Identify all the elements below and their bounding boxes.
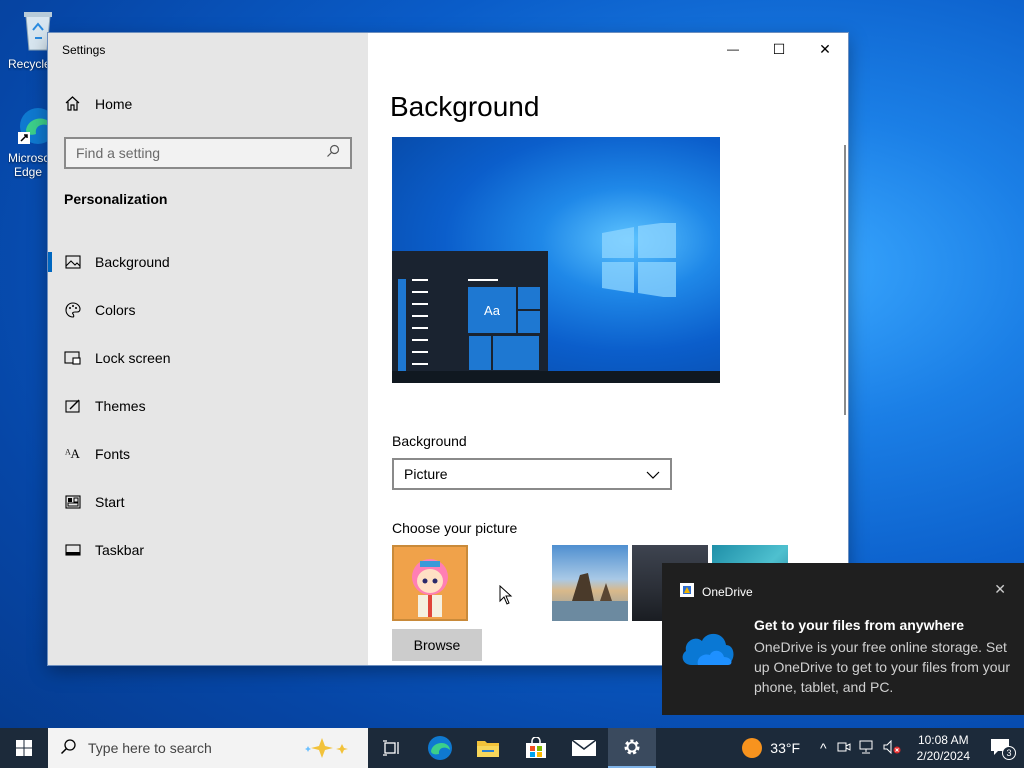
choose-picture-label: Choose your picture	[392, 520, 518, 536]
taskbar-settings-button[interactable]	[608, 728, 656, 768]
close-icon: ✕	[819, 40, 831, 57]
folder-icon	[477, 741, 499, 757]
minimize-button[interactable]: —	[710, 33, 756, 65]
sidebar-item-label: Colors	[95, 302, 136, 318]
picture-icon	[64, 254, 81, 271]
sidebar-item-label: Fonts	[95, 446, 131, 462]
clock-time: 10:08 AM	[917, 733, 969, 747]
sidebar-home[interactable]: Home	[64, 95, 132, 112]
taskbar-edge-button[interactable]	[416, 728, 464, 768]
find-setting-search[interactable]	[64, 137, 352, 169]
sidebar-item-label: Background	[95, 254, 170, 270]
preview-taskbar	[392, 371, 720, 383]
fonts-icon: ᴬA	[65, 446, 80, 461]
close-button[interactable]: ✕	[802, 33, 848, 65]
taskbar-icon	[64, 542, 81, 559]
toast-close-button[interactable]: ✕	[994, 581, 1006, 598]
palette-icon	[64, 302, 81, 319]
sun-icon	[742, 738, 763, 758]
edge-icon	[428, 736, 452, 760]
sidebar-item-label: Taskbar	[95, 542, 145, 558]
picture-thumbnail-beach[interactable]	[552, 545, 628, 621]
close-icon: ✕	[994, 581, 1006, 597]
search-input[interactable]	[76, 145, 326, 161]
taskbar: Type here to search 33°F ^ 10:08 AM 2/20…	[0, 728, 1024, 768]
gear-icon	[624, 739, 640, 755]
sidebar-item-label: Lock screen	[95, 350, 171, 366]
toast-app-name: OneDrive	[702, 584, 753, 599]
windows-logo-icon	[602, 223, 676, 297]
lock-screen-icon	[64, 350, 81, 367]
copilot-sparkle-icon	[304, 736, 356, 763]
taskbar-store-button[interactable]	[512, 728, 560, 768]
page-title: Background	[390, 91, 540, 122]
preview-start-menu: Aa	[392, 251, 548, 371]
picture-thumbnail-selected[interactable]	[392, 545, 468, 621]
task-view-icon	[383, 740, 399, 756]
dropdown-value: Picture	[404, 466, 448, 482]
onedrive-small-icon	[680, 583, 694, 600]
sidebar-item-themes[interactable]: Themes	[48, 382, 368, 430]
sidebar-item-colors[interactable]: Colors	[48, 286, 368, 334]
vertical-scrollbar[interactable]	[844, 145, 846, 415]
windows-start-icon	[16, 740, 32, 756]
rock-formation-icon	[552, 573, 628, 621]
task-view-button[interactable]	[368, 728, 416, 768]
network-icon[interactable]	[855, 740, 879, 757]
desktop-icon-label: Microsoft Edge	[8, 151, 48, 179]
action-center-button[interactable]: 3	[980, 738, 1024, 760]
search-icon	[326, 144, 340, 163]
home-label: Home	[95, 95, 133, 112]
clock[interactable]: 10:08 AM 2/20/2024	[907, 732, 980, 764]
toast-body: OneDrive is your free online storage. Se…	[754, 639, 1010, 695]
sidebar-item-label: Themes	[95, 398, 146, 414]
onedrive-cloud-icon	[678, 627, 736, 672]
start-icon	[64, 494, 81, 511]
maximize-icon: ☐	[772, 40, 786, 57]
chevron-up-icon[interactable]: ^	[814, 740, 833, 756]
minimize-icon: —	[727, 42, 739, 56]
sidebar: Settings Home Personalization Background	[48, 33, 368, 665]
preview-tile: Aa	[468, 287, 516, 333]
toast-title: Get to your files from anywhere	[754, 617, 965, 633]
onedrive-notification[interactable]: OneDrive ✕ Get to your files from anywhe…	[662, 563, 1024, 715]
window-title: Settings	[62, 43, 106, 57]
sidebar-item-label: Start	[95, 494, 125, 510]
clock-date: 2/20/2024	[916, 749, 970, 763]
background-preview: Aa	[392, 137, 720, 383]
search-icon	[60, 738, 76, 758]
system-tray: 33°F ^ 10:08 AM 2/20/2024 3	[728, 728, 1024, 768]
toast-app-header: OneDrive	[680, 583, 753, 600]
notification-count-badge: 3	[1002, 745, 1016, 760]
sidebar-item-start[interactable]: Start	[48, 478, 368, 526]
taskbar-search-box[interactable]: Type here to search	[48, 728, 368, 768]
maximize-button[interactable]: ☐	[756, 33, 802, 65]
background-field-label: Background	[392, 433, 467, 449]
mail-icon	[571, 739, 597, 756]
volume-muted-icon[interactable]	[879, 739, 907, 757]
meet-now-icon[interactable]	[833, 740, 855, 757]
sidebar-item-lock-screen[interactable]: Lock screen	[48, 334, 368, 382]
browse-button[interactable]: Browse	[392, 629, 482, 661]
section-title: Personalization	[64, 191, 168, 207]
character-picture-icon	[412, 559, 448, 617]
store-icon	[526, 737, 546, 758]
themes-icon	[64, 398, 81, 415]
sidebar-item-taskbar[interactable]: Taskbar	[48, 526, 368, 574]
start-button[interactable]	[0, 728, 48, 768]
taskbar-search-placeholder: Type here to search	[88, 740, 212, 756]
chevron-down-icon	[646, 466, 660, 482]
weather-temp: 33°F	[770, 740, 801, 756]
sidebar-item-fonts[interactable]: ᴬA Fonts	[48, 430, 368, 478]
desktop-icon-label: Recycle Bin	[8, 57, 48, 71]
background-type-dropdown[interactable]: Picture	[392, 458, 672, 490]
mouse-cursor-icon	[499, 585, 513, 605]
sidebar-nav: Background Colors Lock screen Themes ᴬA …	[48, 238, 368, 574]
taskbar-mail-button[interactable]	[560, 728, 608, 768]
home-icon	[64, 95, 81, 112]
taskbar-file-explorer-button[interactable]	[464, 728, 512, 768]
weather-widget[interactable]: 33°F	[728, 738, 814, 758]
sidebar-item-background[interactable]: Background	[48, 238, 368, 286]
